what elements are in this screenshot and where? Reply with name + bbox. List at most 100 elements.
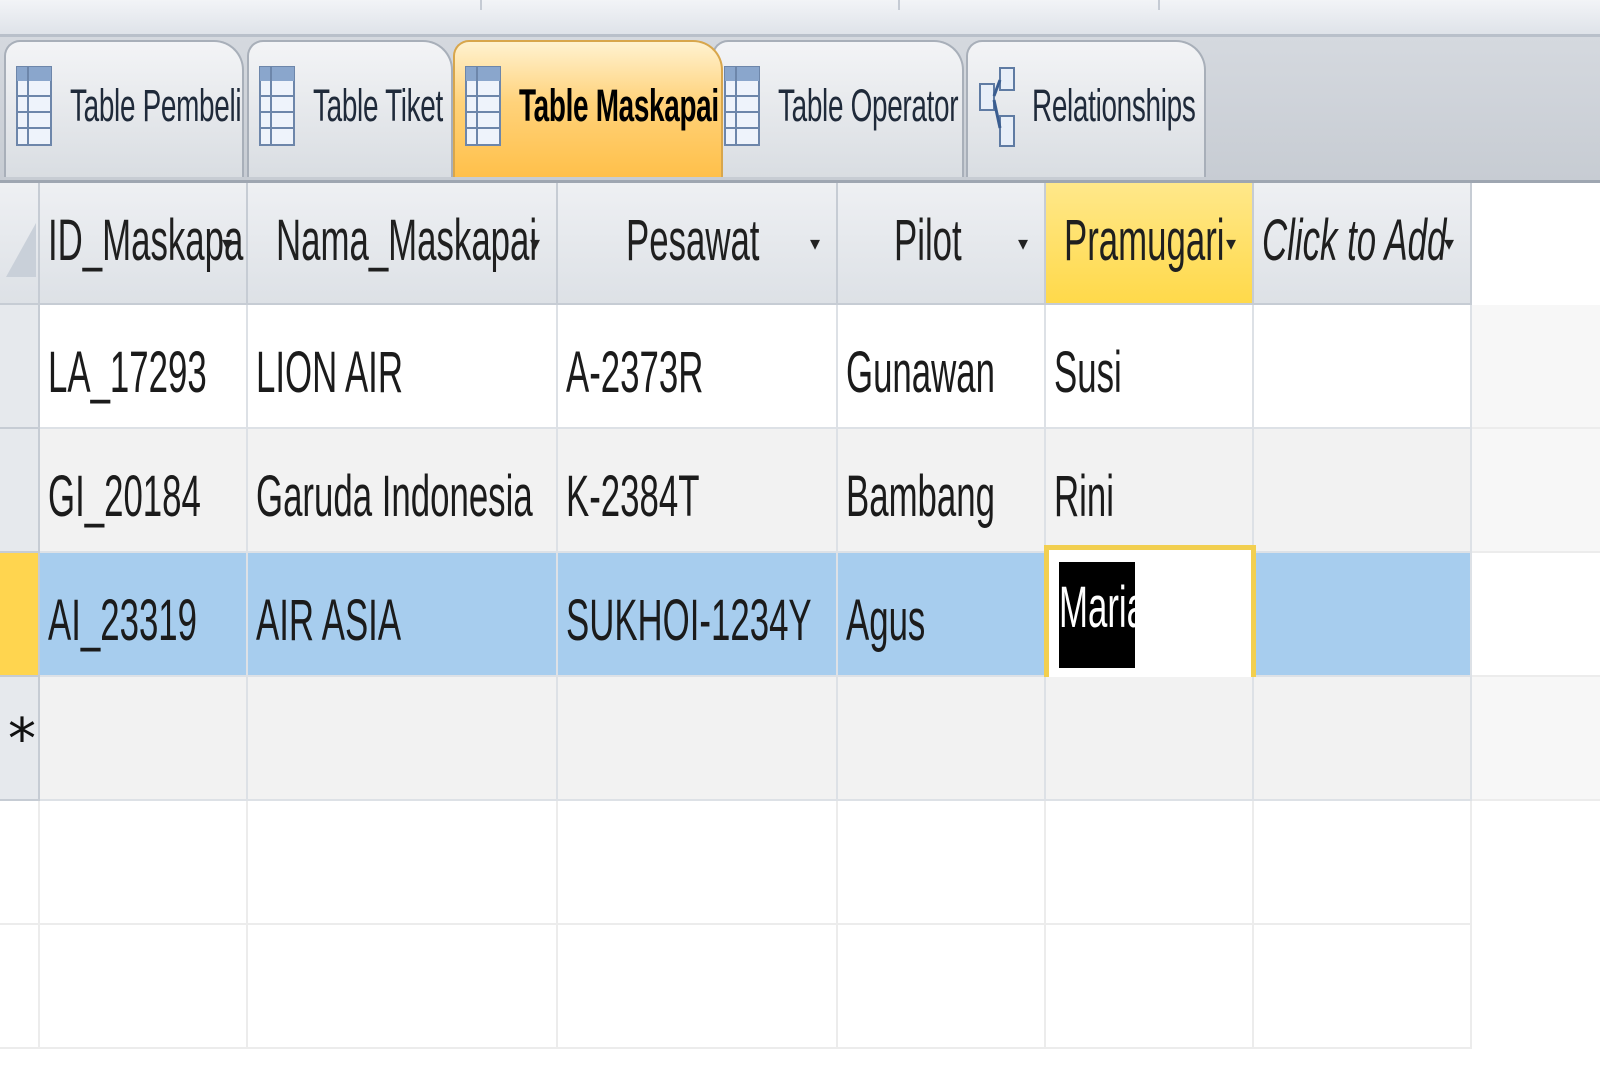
cell-text: A-2373R xyxy=(566,340,704,405)
column-header-label: Pramugari xyxy=(1064,208,1225,273)
dropdown-arrow-icon[interactable]: ▾ xyxy=(1018,231,1028,256)
new-record-row: * xyxy=(0,677,1600,801)
tab-table-tiket[interactable]: Table Tiket xyxy=(247,40,453,177)
table-icon xyxy=(724,66,760,151)
blank-cell xyxy=(838,925,1046,1049)
blank-cell xyxy=(558,925,838,1049)
cell-pilot[interactable] xyxy=(838,677,1046,801)
tab-label: Table Operator xyxy=(778,80,959,131)
cell-pesawat[interactable] xyxy=(558,677,838,801)
empty-area xyxy=(1472,429,1600,553)
cell-text: Maria xyxy=(1059,575,1147,640)
blank-cell xyxy=(838,801,1046,925)
dropdown-arrow-icon[interactable]: ▾ xyxy=(530,231,540,256)
cell-pesawat[interactable]: K-2384T xyxy=(558,429,838,553)
empty-grid-area xyxy=(0,801,1600,925)
table-row: LA_17293 LION AIR A-2373R Gunawan Susi xyxy=(0,305,1600,429)
relationships-icon xyxy=(978,66,1018,157)
table-row: GI_20184 Garuda Indonesia K-2384T Bamban… xyxy=(0,429,1600,553)
blank-cell xyxy=(1254,925,1472,1049)
document-tab-bar: Table Pembeli Table Tiket Table Maskapai… xyxy=(0,37,1600,183)
blank-selector xyxy=(0,925,40,1049)
tab-label: Relationships xyxy=(1032,80,1196,131)
column-header-pilot[interactable]: Pilot ▾ xyxy=(838,183,1046,305)
tab-label: Table Maskapai xyxy=(519,80,719,131)
table-icon xyxy=(465,66,501,151)
cell-text: Rini xyxy=(1054,464,1114,529)
cell-pramugari[interactable]: Rini xyxy=(1046,429,1254,553)
cell-nama-maskapai[interactable]: Garuda Indonesia xyxy=(248,429,558,553)
table-row: AI_23319 AIR ASIA SUKHOI-1234Y Agus Mari… xyxy=(0,545,1600,685)
tab-label: Table Tiket xyxy=(313,80,443,131)
blank-cell xyxy=(1254,801,1472,925)
cell-pesawat[interactable]: A-2373R xyxy=(558,305,838,429)
dropdown-arrow-icon[interactable]: ▾ xyxy=(810,231,820,256)
tab-table-maskapai[interactable]: Table Maskapai xyxy=(453,40,723,177)
cell-pramugari[interactable]: Susi xyxy=(1046,305,1254,429)
blank-cell xyxy=(558,801,838,925)
cell-pramugari[interactable] xyxy=(1046,677,1254,801)
table-icon xyxy=(259,66,295,151)
row-selector[interactable]: * xyxy=(0,677,40,801)
cell-pilot[interactable]: Bambang xyxy=(838,429,1046,553)
cell-text: LA_17293 xyxy=(48,340,207,405)
tab-relationships[interactable]: Relationships xyxy=(966,40,1206,177)
blank-cell xyxy=(248,925,558,1049)
cell-click-to-add[interactable] xyxy=(1254,677,1472,801)
cell-nama-maskapai[interactable] xyxy=(248,677,558,801)
dropdown-arrow-icon[interactable]: ▾ xyxy=(222,231,232,256)
cell-text: AI_23319 xyxy=(48,588,198,653)
empty-area xyxy=(1472,677,1600,801)
row-selector[interactable] xyxy=(0,429,40,553)
cell-nama-maskapai[interactable]: LION AIR xyxy=(248,305,558,429)
empty-area xyxy=(1472,305,1600,429)
blank-cell xyxy=(248,801,558,925)
divider xyxy=(480,0,482,10)
column-header-pramugari[interactable]: Pramugari ▾ xyxy=(1046,183,1254,305)
cell-text: Garuda Indonesia xyxy=(256,464,533,529)
tab-table-operator[interactable]: Table Operator xyxy=(712,40,964,177)
cell-id-maskapai[interactable]: LA_17293 xyxy=(40,305,248,429)
dropdown-arrow-icon[interactable]: ▾ xyxy=(1226,231,1236,256)
empty-area xyxy=(1472,553,1600,677)
cell-click-to-add[interactable] xyxy=(1256,553,1472,677)
column-header-label: Nama_Maskapai xyxy=(276,208,538,273)
cell-pesawat[interactable]: SUKHOI-1234Y xyxy=(558,553,838,677)
blank-cell xyxy=(1046,925,1254,1049)
table-icon xyxy=(16,66,52,151)
column-header-click-to-add[interactable]: Click to Add ▾ xyxy=(1254,183,1472,305)
cell-text: AIR ASIA xyxy=(256,588,402,653)
cell-pilot[interactable]: Agus xyxy=(838,553,1046,677)
cell-id-maskapai[interactable]: GI_20184 xyxy=(40,429,248,553)
dropdown-arrow-icon[interactable]: ▾ xyxy=(1444,231,1454,256)
column-header-nama-maskapai[interactable]: Nama_Maskapai ▾ xyxy=(248,183,558,305)
cell-text: Bambang xyxy=(846,464,995,529)
cell-text: Agus xyxy=(846,588,926,653)
column-header-label: Click to Add xyxy=(1262,208,1447,273)
row-selector[interactable] xyxy=(0,553,40,677)
column-header-pesawat[interactable]: Pesawat ▾ xyxy=(558,183,838,305)
blank-cell xyxy=(40,801,248,925)
cell-text: GI_20184 xyxy=(48,464,201,529)
blank-cell xyxy=(40,925,248,1049)
cell-click-to-add[interactable] xyxy=(1254,429,1472,553)
row-selector[interactable] xyxy=(0,305,40,429)
cell-nama-maskapai[interactable]: AIR ASIA xyxy=(248,553,558,677)
divider xyxy=(1158,0,1160,10)
cell-id-maskapai[interactable] xyxy=(40,677,248,801)
tab-label: Table Pembeli xyxy=(70,80,242,131)
cell-click-to-add[interactable] xyxy=(1254,305,1472,429)
column-header-id-maskapai[interactable]: ID_Maskapa ▾ xyxy=(40,183,248,305)
cell-pramugari-editing[interactable]: Maria xyxy=(1044,545,1256,685)
cell-text: K-2384T xyxy=(566,464,700,529)
ribbon-strip xyxy=(0,0,1600,37)
tab-table-pembeli[interactable]: Table Pembeli xyxy=(4,40,244,177)
select-all-icon xyxy=(6,223,36,277)
select-all-corner[interactable] xyxy=(0,183,40,305)
cell-pilot[interactable]: Gunawan xyxy=(838,305,1046,429)
cell-text: LION AIR xyxy=(256,340,403,405)
column-header-label: ID_Maskapa xyxy=(48,208,244,273)
cell-id-maskapai[interactable]: AI_23319 xyxy=(40,553,248,677)
cell-text: Gunawan xyxy=(846,340,995,405)
cell-text: SUKHOI-1234Y xyxy=(566,588,812,653)
